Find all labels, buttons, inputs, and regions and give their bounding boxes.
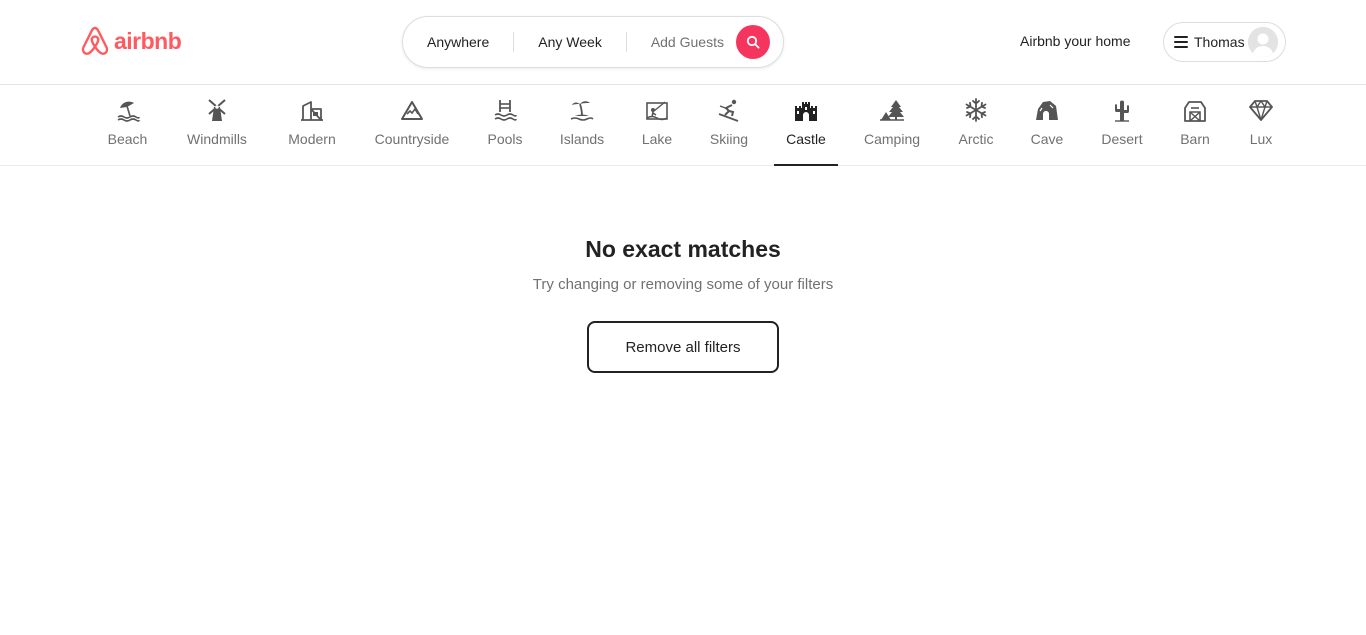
- snowflake-icon: [962, 96, 990, 124]
- search-icon: [746, 35, 760, 49]
- category-camping[interactable]: Camping: [860, 85, 924, 166]
- modern-house-icon: [298, 96, 326, 124]
- category-beach[interactable]: Beach: [103, 85, 152, 166]
- avatar-icon: [1248, 27, 1278, 57]
- category-lake[interactable]: Lake: [638, 85, 676, 166]
- hamburger-icon: [1174, 36, 1188, 48]
- category-label: Lake: [641, 131, 673, 147]
- category-label: Countryside: [374, 131, 450, 147]
- search-location[interactable]: Anywhere: [403, 32, 513, 52]
- category-islands[interactable]: Islands: [556, 85, 608, 166]
- category-pools[interactable]: Pools: [484, 85, 526, 166]
- category-windmills[interactable]: Windmills: [180, 85, 254, 166]
- lake-fishing-icon: [643, 96, 671, 124]
- castle-icon: [792, 96, 820, 124]
- category-label: Castle: [786, 131, 826, 147]
- cactus-icon: [1108, 96, 1136, 124]
- category-label: Modern: [288, 131, 336, 147]
- category-label: Islands: [559, 131, 605, 147]
- top-header: airbnb Anywhere Any Week Add Guests Airb…: [0, 0, 1366, 85]
- category-skiing[interactable]: Skiing: [706, 85, 752, 166]
- mountain-icon: [398, 96, 426, 124]
- category-label: Lux: [1249, 131, 1273, 147]
- user-name: Thomas: [1194, 34, 1245, 50]
- empty-state: No exact matches Try changing or removin…: [0, 232, 1366, 295]
- category-label: Beach: [107, 131, 148, 147]
- palm-island-icon: [568, 96, 596, 124]
- category-castle[interactable]: Castle: [774, 85, 838, 166]
- category-modern[interactable]: Modern: [284, 85, 340, 166]
- category-bar: Beach Windmills Modern Countryside Pools…: [0, 85, 1366, 166]
- remove-all-filters-button[interactable]: Remove all filters: [587, 321, 779, 373]
- category-lux[interactable]: Lux: [1244, 85, 1278, 166]
- barn-icon: [1181, 96, 1209, 124]
- search-dates[interactable]: Any Week: [514, 32, 626, 52]
- tent-tree-icon: [878, 96, 906, 124]
- empty-state-title: No exact matches: [585, 236, 781, 262]
- category-label: Cave: [1030, 131, 1064, 147]
- category-label: Arctic: [958, 131, 994, 147]
- beach-umbrella-icon: [114, 96, 142, 124]
- category-label: Windmills: [187, 131, 247, 147]
- search-guests[interactable]: Add Guests: [627, 32, 736, 52]
- host-link[interactable]: Airbnb your home: [1020, 31, 1131, 51]
- cave-icon: [1033, 96, 1061, 124]
- airbnb-logo[interactable]: airbnb: [80, 25, 182, 57]
- search-button[interactable]: [735, 25, 770, 59]
- category-label: Pools: [487, 131, 523, 147]
- diamond-icon: [1247, 96, 1275, 124]
- brand-name: airbnb: [114, 28, 182, 54]
- pool-ladder-icon: [491, 96, 519, 124]
- category-label: Desert: [1101, 131, 1143, 147]
- airbnb-logo-icon: [81, 26, 109, 55]
- category-countryside[interactable]: Countryside: [370, 85, 454, 166]
- category-cave[interactable]: Cave: [1028, 85, 1066, 166]
- category-label: Skiing: [709, 131, 749, 147]
- category-arctic[interactable]: Arctic: [954, 85, 998, 166]
- category-barn[interactable]: Barn: [1176, 85, 1214, 166]
- category-label: Barn: [1180, 131, 1210, 147]
- user-menu-button[interactable]: Thomas: [1163, 22, 1286, 62]
- skier-icon: [715, 96, 743, 124]
- category-label: Camping: [863, 131, 921, 147]
- search-bar[interactable]: Anywhere Any Week Add Guests: [402, 16, 784, 68]
- empty-state-subtitle: Try changing or removing some of your fi…: [532, 276, 834, 293]
- category-desert[interactable]: Desert: [1096, 85, 1148, 166]
- windmill-icon: [203, 96, 231, 124]
